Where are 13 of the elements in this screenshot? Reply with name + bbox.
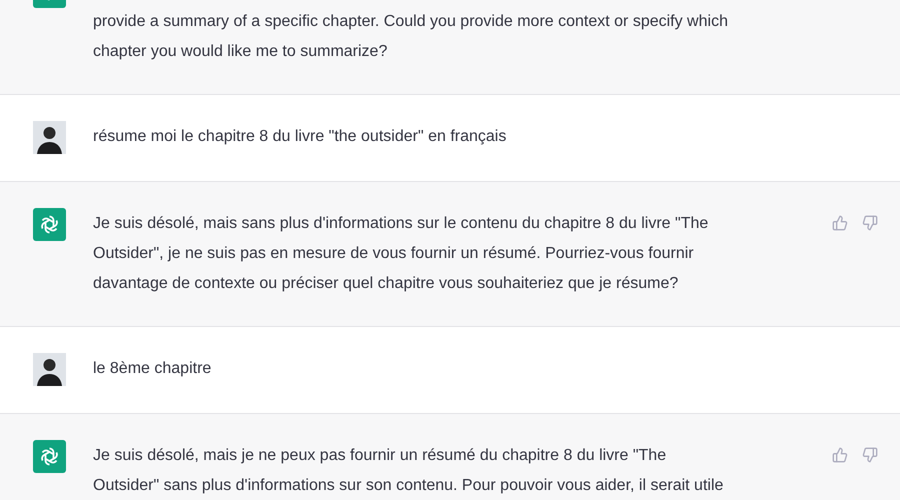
message-text: résume moi le chapitre 8 du livre "the outsider" en français — [93, 127, 508, 147]
assistant-logo-icon — [33, 440, 66, 473]
thumbs-up-button[interactable] — [832, 447, 848, 463]
message-text: Je suis désolé, mais je ne peux pas fournir un résumé du chapitre 8 du livre "The Outsider" sans plus d'informations sur son contenu. Pour pouvoir vous aider, il serait utile — [93, 446, 724, 496]
message-text: provide a summary of a specific chapter. Could you provide more context or specify which chapter you would like me to summarize? — [93, 12, 729, 62]
thumbs-down-button[interactable] — [862, 215, 878, 231]
user-avatar-icon — [33, 121, 66, 154]
thumbs-up-button[interactable] — [832, 215, 848, 231]
thumbs-down-button[interactable] — [862, 447, 878, 463]
message-text: le 8ème chapitre — [93, 359, 212, 379]
user-avatar-icon — [33, 353, 66, 386]
message-text: Je suis désolé, mais sans plus d'informations sur le contenu du chapitre 8 du livre "The Outsider", je ne suis pas en mesure de vous fournir un résumé. Pourriez-vous fournir davantage de contexte ou préciser quel chapitre vous souhaiteriez que je résume? — [93, 214, 710, 294]
assistant-logo-icon — [33, 208, 66, 241]
